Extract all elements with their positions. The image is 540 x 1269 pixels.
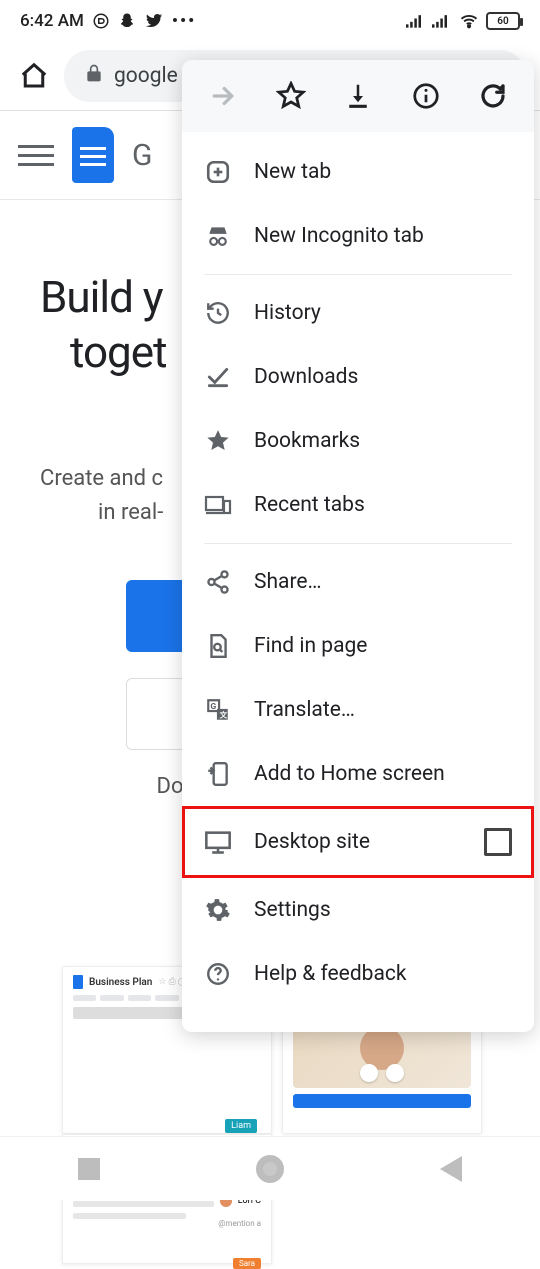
lock-icon <box>84 62 104 90</box>
menu-recent-tabs[interactable]: Recent tabs <box>182 473 534 537</box>
status-time: 6:42 AM <box>20 11 84 31</box>
menu-help-feedback[interactable]: Help & feedback <box>182 942 534 1006</box>
system-nav-bar <box>0 1136 540 1200</box>
menu-label: Help & feedback <box>254 962 407 986</box>
menu-label: Share… <box>254 570 322 594</box>
wifi-icon <box>458 12 480 30</box>
hero-sub-line: Create and c <box>40 466 163 491</box>
home-button[interactable] <box>14 56 54 96</box>
menu-incognito[interactable]: New Incognito tab <box>182 204 534 268</box>
menu-label: Settings <box>254 898 331 922</box>
find-in-page-icon <box>204 632 232 660</box>
svg-text:文: 文 <box>220 710 228 720</box>
user-tag-liam: Liam <box>225 1119 257 1133</box>
hamburger-menu-button[interactable] <box>18 145 54 166</box>
gear-icon <box>204 896 232 924</box>
plus-square-icon <box>204 158 232 186</box>
bookmark-star-button[interactable] <box>274 79 308 113</box>
translate-icon: G文 <box>204 696 232 724</box>
menu-share[interactable]: Share… <box>182 550 534 614</box>
chrome-overflow-menu: New tab New Incognito tab History Downlo… <box>182 60 534 1032</box>
svg-text:G: G <box>210 702 216 712</box>
menu-divider <box>204 543 512 544</box>
menu-label: Translate… <box>254 698 355 722</box>
desktop-site-checkbox[interactable] <box>484 828 512 856</box>
menu-label: Downloads <box>254 365 358 389</box>
menu-new-tab[interactable]: New tab <box>182 140 534 204</box>
menu-desktop-site[interactable]: Desktop site <box>182 806 534 878</box>
menu-label: New tab <box>254 160 331 184</box>
forward-button[interactable] <box>206 79 240 113</box>
menu-label: Desktop site <box>254 830 370 854</box>
battery-icon: 60 <box>486 12 520 30</box>
add-to-home-icon <box>204 760 232 788</box>
star-filled-icon <box>204 427 232 455</box>
url-text: google <box>114 64 178 88</box>
page-info-button[interactable] <box>409 79 443 113</box>
reload-button[interactable] <box>476 79 510 113</box>
desktop-icon <box>204 828 232 856</box>
hero-sub-line: in real- <box>40 500 163 525</box>
signal-icon <box>406 13 426 29</box>
menu-divider <box>204 274 512 275</box>
help-icon <box>204 960 232 988</box>
google-docs-icon <box>72 127 114 183</box>
menu-label: Add to Home screen <box>254 762 445 786</box>
nav-home-button[interactable] <box>256 1155 284 1183</box>
menu-add-to-home[interactable]: Add to Home screen <box>182 742 534 806</box>
history-icon <box>204 299 232 327</box>
user-tag-sara: Sara <box>233 1258 261 1269</box>
snapchat-icon <box>118 12 136 30</box>
status-overflow-icon: ••• <box>172 11 196 31</box>
signal-icon-2 <box>432 13 452 29</box>
menu-label: Find in page <box>254 634 367 658</box>
menu-find-in-page[interactable]: Find in page <box>182 614 534 678</box>
incognito-icon <box>204 222 232 250</box>
download-button[interactable] <box>341 79 375 113</box>
nav-back-button[interactable] <box>440 1156 462 1182</box>
status-bar: 6:42 AM ••• 60 <box>0 0 540 42</box>
devices-icon <box>204 491 232 519</box>
hero-title-line: Build y <box>40 271 163 323</box>
menu-label: Bookmarks <box>254 429 360 453</box>
menu-translate[interactable]: G文 Translate… <box>182 678 534 742</box>
preview-title: Business Plan <box>89 977 152 988</box>
brand-text: G <box>132 138 152 173</box>
status-app-icon <box>92 12 110 30</box>
menu-label: History <box>254 301 321 325</box>
share-icon <box>204 568 232 596</box>
mention-hint: @mention a <box>73 1219 261 1228</box>
downloads-check-icon <box>204 363 232 391</box>
menu-settings[interactable]: Settings <box>182 878 534 942</box>
menu-downloads[interactable]: Downloads <box>182 345 534 409</box>
menu-label: Recent tabs <box>254 493 365 517</box>
menu-history[interactable]: History <box>182 281 534 345</box>
menu-bookmarks[interactable]: Bookmarks <box>182 409 534 473</box>
nav-recents-button[interactable] <box>78 1158 100 1180</box>
twitter-icon <box>144 12 164 30</box>
menu-label: New Incognito tab <box>254 224 424 248</box>
